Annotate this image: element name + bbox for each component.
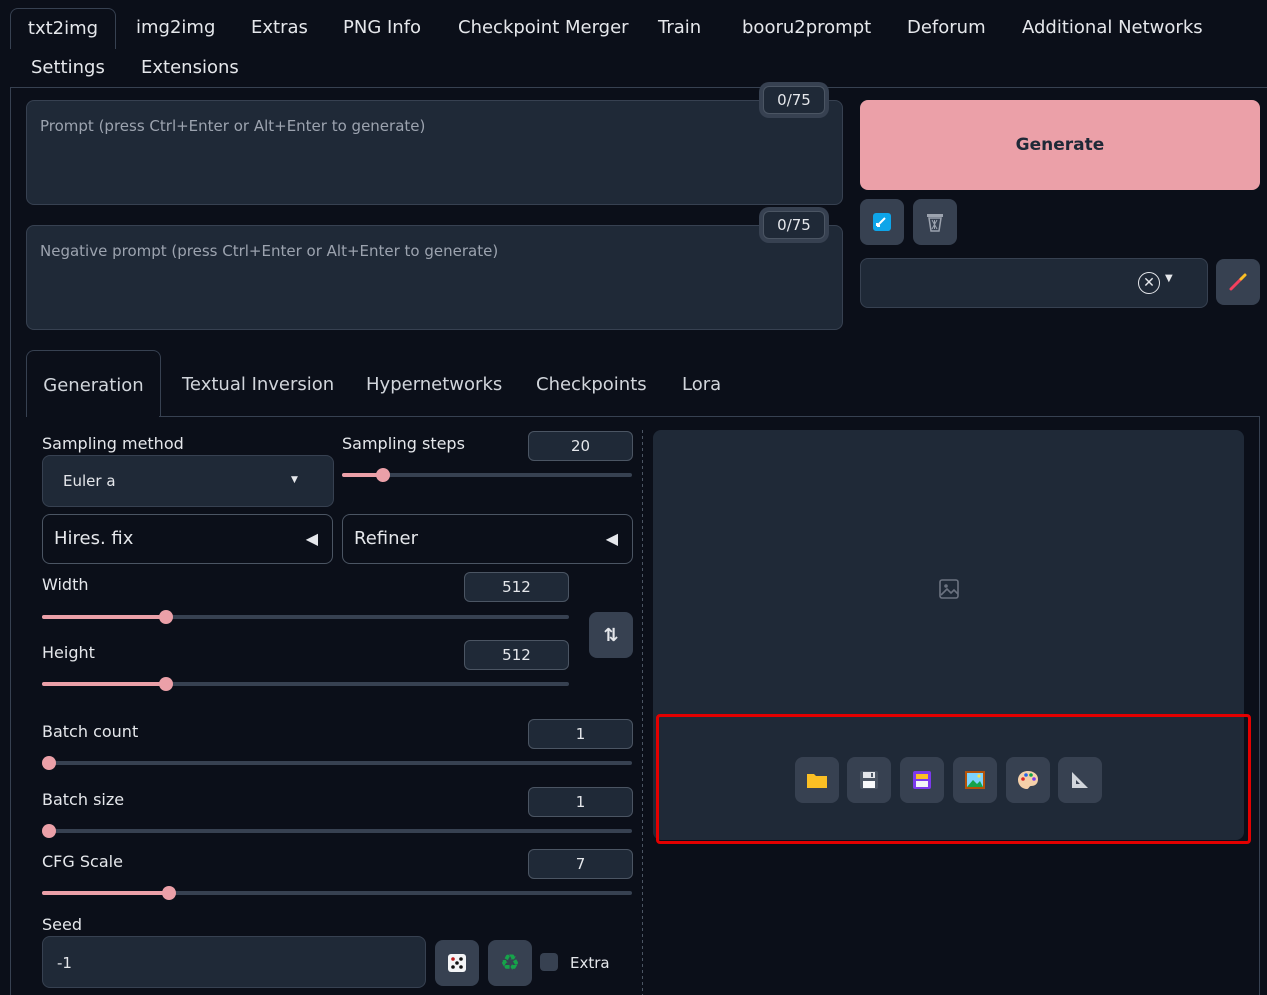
chevron-down-icon: ▼ — [1165, 273, 1173, 284]
refiner-label: Refiner — [354, 528, 418, 549]
height-fill — [42, 682, 166, 686]
panel-left-border — [10, 87, 11, 995]
tab-lora[interactable]: Lora — [682, 362, 721, 408]
swap-arrows-icon: ⇅ — [603, 624, 619, 646]
cfg-scale-label: CFG Scale — [42, 852, 123, 871]
sampling-steps-thumb[interactable] — [375, 468, 390, 482]
generate-button[interactable]: Generate — [860, 100, 1260, 190]
batch-count-slider[interactable] — [42, 756, 632, 770]
paste-prompt-button[interactable] — [860, 199, 904, 245]
tab-checkpoint-merger[interactable]: Checkpoint Merger — [458, 8, 629, 48]
width-label: Width — [42, 575, 89, 594]
width-slider[interactable] — [42, 610, 569, 624]
batch-size-slider[interactable] — [42, 824, 632, 838]
clear-prompt-button[interactable] — [913, 199, 957, 245]
negative-prompt-textarea[interactable]: Negative prompt (press Ctrl+Enter or Alt… — [26, 225, 843, 330]
width-fill — [42, 615, 166, 619]
negative-prompt-placeholder: Negative prompt (press Ctrl+Enter or Alt… — [40, 242, 499, 260]
chevron-down-icon: ▼ — [291, 475, 298, 485]
sampling-steps-input[interactable]: 20 — [528, 431, 633, 461]
collapse-arrow-icon: ◀ — [605, 529, 618, 548]
swap-dimensions-button[interactable]: ⇅ — [589, 612, 633, 658]
tab-png-info[interactable]: PNG Info — [343, 8, 421, 48]
trash-icon — [927, 214, 943, 232]
sampling-method-dropdown[interactable]: Euler a ▼ — [42, 455, 334, 507]
sampling-steps-label: Sampling steps — [342, 434, 465, 453]
tab-extras[interactable]: Extras — [251, 8, 308, 48]
hires-fix-label: Hires. fix — [54, 528, 134, 549]
height-slider[interactable] — [42, 677, 569, 691]
tab-img2img[interactable]: img2img — [136, 8, 215, 48]
dice-icon — [448, 954, 466, 972]
highlight-box — [656, 714, 1251, 844]
column-divider — [642, 430, 643, 995]
panel-top-border — [10, 87, 1267, 88]
tab-txt2img[interactable]: txt2img — [10, 8, 116, 49]
seed-label: Seed — [42, 915, 82, 934]
tab-generation[interactable]: Generation — [26, 350, 161, 417]
tab-settings[interactable]: Settings — [31, 48, 105, 88]
extra-seed-label: Extra — [570, 954, 610, 972]
batch-size-label: Batch size — [42, 790, 125, 809]
tab-checkpoints[interactable]: Checkpoints — [536, 362, 647, 408]
height-input[interactable]: 512 — [464, 640, 569, 670]
seed-input[interactable]: -1 — [42, 936, 426, 988]
paintbrush-icon — [1229, 273, 1247, 291]
apply-style-button[interactable] — [1216, 259, 1260, 305]
tab-textual-inversion[interactable]: Textual Inversion — [182, 362, 334, 408]
tab-deforum[interactable]: Deforum — [907, 8, 986, 48]
random-seed-button[interactable] — [435, 940, 479, 986]
tab-extensions[interactable]: Extensions — [141, 48, 239, 88]
sampling-method-value: Euler a — [63, 472, 116, 490]
hires-fix-accordion[interactable]: Hires. fix ◀ — [42, 514, 333, 564]
prompt-placeholder: Prompt (press Ctrl+Enter or Alt+Enter to… — [40, 117, 426, 135]
height-label: Height — [42, 643, 95, 662]
cfg-scale-input[interactable]: 7 — [528, 849, 633, 879]
seed-value: -1 — [57, 954, 72, 972]
batch-size-thumb[interactable] — [42, 824, 56, 838]
batch-count-input[interactable]: 1 — [528, 719, 633, 749]
cfg-scale-slider[interactable] — [42, 886, 632, 900]
tab-additional-networks[interactable]: Additional Networks — [1022, 8, 1203, 48]
sampling-method-label: Sampling method — [42, 434, 184, 453]
tab-booru2prompt[interactable]: booru2prompt — [742, 8, 871, 48]
subtab-bottom-border — [159, 416, 1259, 417]
tab-hypernetworks[interactable]: Hypernetworks — [366, 362, 502, 408]
extra-seed-checkbox[interactable] — [540, 953, 558, 971]
negative-prompt-token-counter: 0/75 — [763, 211, 825, 239]
tab-train[interactable]: Train — [658, 8, 701, 48]
batch-count-label: Batch count — [42, 722, 139, 741]
clear-selection-icon[interactable]: ✕ — [1138, 272, 1160, 294]
sampling-steps-slider[interactable] — [342, 468, 632, 482]
batch-size-input[interactable]: 1 — [528, 787, 633, 817]
height-thumb[interactable] — [158, 677, 173, 691]
styles-dropdown[interactable]: ✕ ▼ — [860, 258, 1208, 308]
collapse-arrow-icon: ◀ — [305, 529, 318, 548]
width-thumb[interactable] — [158, 610, 173, 624]
refiner-accordion[interactable]: Refiner ◀ — [342, 514, 633, 564]
subtab-right-border — [1259, 416, 1260, 995]
reuse-seed-button[interactable]: ♻ — [488, 940, 532, 986]
width-input[interactable]: 512 — [464, 572, 569, 602]
image-placeholder-icon — [939, 579, 959, 599]
batch-count-thumb[interactable] — [42, 756, 56, 770]
recycle-icon: ♻ — [500, 950, 520, 976]
prompt-token-counter: 0/75 — [763, 86, 825, 114]
edit-checkbox-icon — [873, 213, 891, 231]
cfg-scale-thumb[interactable] — [161, 886, 176, 900]
cfg-scale-fill — [42, 891, 169, 895]
prompt-textarea[interactable]: Prompt (press Ctrl+Enter or Alt+Enter to… — [26, 100, 843, 205]
